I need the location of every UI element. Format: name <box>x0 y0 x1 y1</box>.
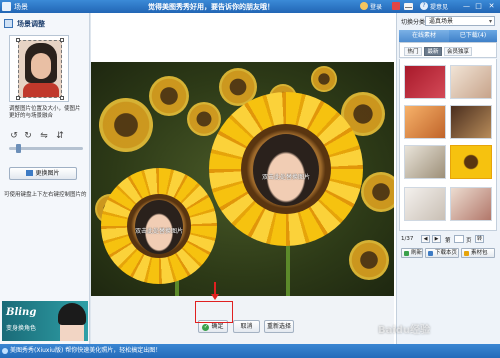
banner-subtitle: 变身换角色 <box>6 325 37 332</box>
sunflower-scene-photo: 双击此处替换图片 双击此处替换图片 <box>91 62 394 296</box>
banner-model-image <box>58 303 86 341</box>
gift-icon[interactable] <box>392 2 400 10</box>
material-pack-button[interactable]: 素材包 <box>461 248 495 258</box>
portrait-thumbnail[interactable] <box>9 35 69 102</box>
material-thumbnail-selected[interactable] <box>450 145 492 179</box>
material-thumbnail[interactable] <box>404 65 446 99</box>
download-page-button[interactable]: 下载本页 <box>425 248 459 258</box>
adjust-hint: 调整图片位置及大小，使图片更好的与场景融合 <box>9 106 81 119</box>
face-slot-label: 双击此处替换图片 <box>135 228 183 235</box>
page-count: 1/37 <box>401 236 414 242</box>
flip-horizontal-icon[interactable]: ⇋ <box>39 131 49 141</box>
window-title: 场景 <box>14 3 28 11</box>
mail-icon[interactable] <box>404 3 413 10</box>
page-number-input[interactable] <box>454 235 464 243</box>
sunflower-frame: 双击此处替换图片 <box>101 168 217 284</box>
go-page-button[interactable]: 转 <box>475 235 484 243</box>
rotate-right-icon[interactable]: ↻ <box>23 131 33 141</box>
category-label: 切换分类 <box>401 19 426 26</box>
subtab-newest[interactable]: 最新 <box>424 47 442 56</box>
refresh-icon <box>404 251 409 256</box>
resize-handle[interactable] <box>60 38 64 42</box>
rotate-left-icon[interactable]: ↺ <box>9 131 19 141</box>
material-thumbnail[interactable] <box>450 105 492 139</box>
pager: 1/37 ◀ ▶ 第 页 转 <box>399 233 497 245</box>
material-thumbnail[interactable] <box>404 105 446 139</box>
transform-tools: ↺ ↻ ⇋ ⇵ <box>9 131 85 141</box>
promo-marquee[interactable]: 觉得美图秀秀好用，要告诉你的朋友哦！ <box>148 2 274 12</box>
reselect-button[interactable]: 重新选择 <box>264 320 294 333</box>
portrait-crop-frame[interactable] <box>18 40 62 98</box>
annotation-highlight-box <box>195 301 233 323</box>
face-slot[interactable]: 双击此处替换图片 <box>253 134 319 206</box>
minimize-button[interactable]: — <box>462 2 471 11</box>
status-text: 美图秀秀(Xiuxiu版) 帮你快速美化照片，轻松搞定出图！ <box>10 347 162 354</box>
page-prefix: 第 <box>445 238 451 244</box>
download-icon <box>428 251 433 256</box>
cancel-button[interactable]: 取消 <box>233 320 260 333</box>
category-select[interactable]: 逼真场景 <box>425 16 495 26</box>
subtab-member-only[interactable]: 会员独享 <box>444 47 472 56</box>
prev-page-button[interactable]: ◀ <box>421 235 430 243</box>
material-thumbnail[interactable] <box>450 187 492 221</box>
canvas-action-bar: ✓ 确定 取消 重新选择 <box>91 296 394 344</box>
refresh-button[interactable]: 刷新 <box>401 248 423 258</box>
app-icon <box>2 2 11 11</box>
face-slot[interactable]: 双击此处替换图片 <box>135 200 183 254</box>
login-link[interactable]: 登录 <box>370 2 382 11</box>
slider-knob[interactable] <box>16 144 21 153</box>
tab-online-materials[interactable]: 在线素材 <box>399 30 449 42</box>
sunflower-frame: 双击此处替换图片 <box>209 92 363 246</box>
flip-vertical-icon[interactable]: ⇵ <box>55 131 65 141</box>
package-icon <box>464 251 469 256</box>
banner-brand: Bling <box>6 307 37 318</box>
promo-banner[interactable]: Bling 变身换角色 <box>2 301 88 341</box>
close-button[interactable]: ✕ <box>487 2 496 11</box>
resize-handle[interactable] <box>16 96 20 100</box>
page-suffix: 页 <box>466 238 472 244</box>
scene-adjust-icon <box>4 19 13 28</box>
watermark: Baidu经验 <box>378 325 431 336</box>
status-icon <box>2 348 8 354</box>
title-bar: 场景 觉得美图秀秀好用，要告诉你的朋友哦！ 登录 ? 提意见 — □ ✕ <box>0 0 500 13</box>
user-icon[interactable] <box>360 2 368 10</box>
resize-handle[interactable] <box>60 96 64 100</box>
tab-downloaded[interactable]: 已下载(4) <box>449 30 497 42</box>
material-subtabs: 热门 最新 会员独享 <box>399 42 497 58</box>
annotation-arrow-head <box>210 294 219 300</box>
face-slot-label: 双击此处替换图片 <box>261 174 310 181</box>
material-grid <box>399 59 497 231</box>
panel-title: 场景调整 <box>17 20 45 28</box>
feedback-icon[interactable]: ? <box>420 2 428 10</box>
material-panel: 切换分类 逼真场景 在线素材 已下载(4) 热门 最新 会员独享 1/37 ◀ … <box>396 13 500 344</box>
keyboard-tip: 可使用键盘上下左右键控制图片的 <box>4 192 87 198</box>
next-page-button[interactable]: ▶ <box>432 235 441 243</box>
resize-handle[interactable] <box>16 38 20 42</box>
maximize-button[interactable]: □ <box>474 2 483 11</box>
scene-adjust-panel: 场景调整 调整图片位置及大小，使图片更好的与场景融合 ↺ ↻ ⇋ ⇵ 更换图片 … <box>0 13 90 344</box>
material-thumbnail[interactable] <box>450 65 492 99</box>
material-thumbnail[interactable] <box>404 187 446 221</box>
change-image-button[interactable]: 更换图片 <box>9 167 77 180</box>
image-icon <box>26 170 34 176</box>
material-thumbnail[interactable] <box>404 145 446 179</box>
status-bar: 美图秀秀(Xiuxiu版) 帮你快速美化照片，轻松搞定出图！ <box>0 344 500 358</box>
check-icon: ✓ <box>202 324 210 331</box>
scene-canvas-area: 双击此处替换图片 双击此处替换图片 ✓ 确定 取消 重新选择 <box>91 13 396 344</box>
subtab-hot[interactable]: 热门 <box>404 47 422 56</box>
feedback-link[interactable]: 提意见 <box>430 2 448 11</box>
